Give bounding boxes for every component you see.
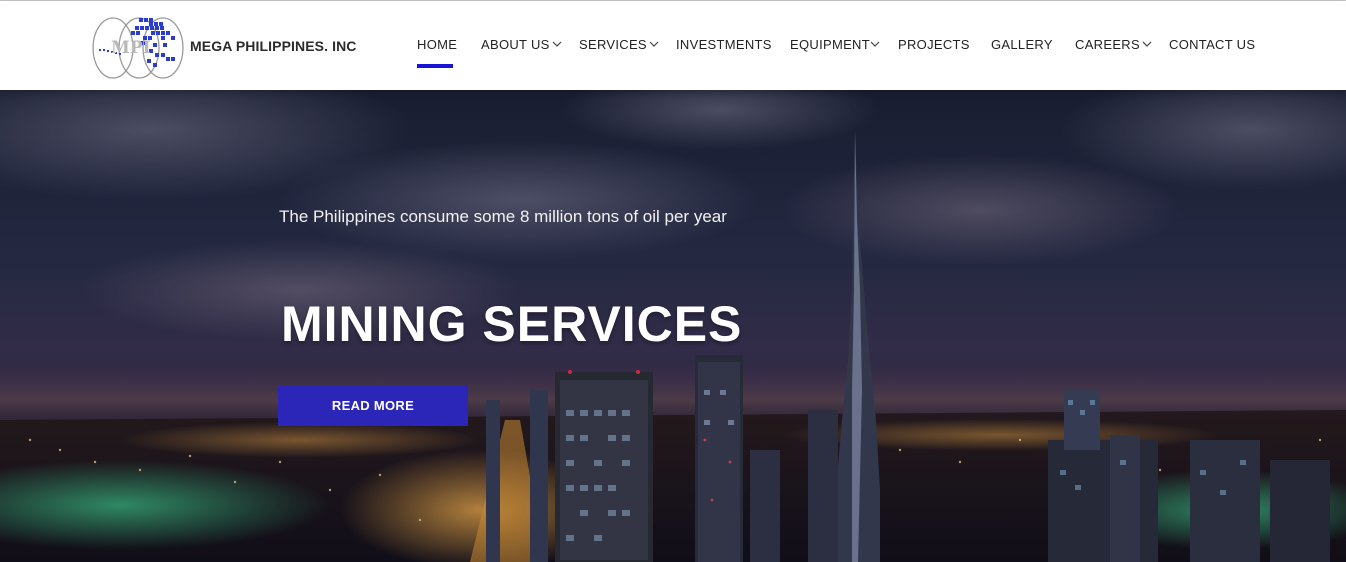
nav-investments[interactable]: INVESTMENTS	[676, 37, 772, 55]
nav-equipment-label: EQUIPMENT	[790, 37, 870, 52]
nav-careers-label: CAREERS	[1075, 37, 1140, 52]
site-header: MPI MEGA PHILIPPINES. INC HOME ABOUT US …	[0, 1, 1346, 90]
chevron-down-icon[interactable]	[552, 39, 562, 49]
active-nav-indicator	[417, 64, 453, 68]
nav-projects[interactable]: PROJECTS	[898, 37, 970, 55]
company-logo[interactable]: MPI	[91, 13, 187, 79]
chevron-down-icon[interactable]	[870, 39, 880, 49]
globe-map-logo-icon: MPI	[92, 17, 184, 79]
nav-contact-us[interactable]: CONTACT US	[1169, 37, 1255, 55]
company-name[interactable]: MEGA PHILIPPINES. INC	[190, 38, 357, 54]
nav-services-label: SERVICES	[579, 37, 647, 52]
nav-home-label: HOME	[417, 37, 458, 52]
read-more-button[interactable]: READ MORE	[278, 385, 468, 426]
nav-contact-us-label: CONTACT US	[1169, 37, 1256, 52]
nav-gallery-label: GALLERY	[991, 37, 1053, 52]
nav-services[interactable]: SERVICES	[579, 37, 659, 55]
nav-about-us[interactable]: ABOUT US	[481, 37, 562, 55]
hero-banner: The Philippines consume some 8 million t…	[0, 90, 1346, 562]
hero-title: MINING SERVICES	[281, 296, 743, 352]
nav-about-us-label: ABOUT US	[481, 37, 550, 52]
chevron-down-icon[interactable]	[1142, 39, 1152, 49]
nav-home[interactable]: HOME	[417, 37, 457, 55]
svg-text:MPI: MPI	[111, 38, 151, 58]
nav-gallery[interactable]: GALLERY	[991, 37, 1053, 55]
nav-projects-label: PROJECTS	[898, 37, 970, 52]
nav-equipment[interactable]: EQUIPMENT	[790, 37, 880, 55]
nav-careers[interactable]: CAREERS	[1075, 37, 1152, 55]
chevron-down-icon[interactable]	[649, 39, 659, 49]
nav-investments-label: INVESTMENTS	[676, 37, 772, 52]
hero-tagline: The Philippines consume some 8 million t…	[279, 207, 727, 226]
